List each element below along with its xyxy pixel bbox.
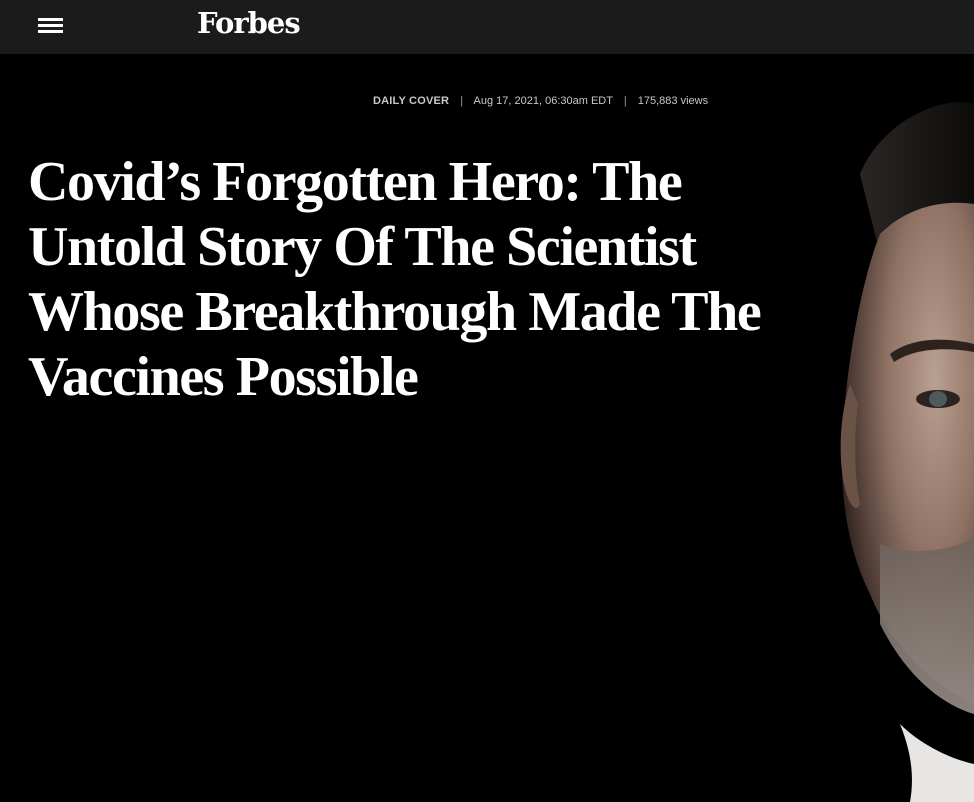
- meta-separator: |: [460, 95, 464, 107]
- category-link[interactable]: DAILY COVER: [373, 95, 449, 107]
- portrait-photo: [820, 84, 974, 802]
- hamburger-menu-icon[interactable]: [38, 16, 64, 36]
- top-navigation-bar: Forbes: [0, 0, 974, 54]
- menu-line: [38, 24, 63, 27]
- meta-separator: |: [623, 95, 627, 107]
- menu-line: [38, 18, 63, 21]
- menu-line: [38, 30, 63, 33]
- article-meta: DAILY COVER | Aug 17, 2021, 06:30am EDT …: [373, 95, 708, 107]
- article-hero: DAILY COVER | Aug 17, 2021, 06:30am EDT …: [0, 54, 974, 802]
- view-count: 175,883 views: [637, 95, 709, 107]
- article-title: Covid’s Forgotten Hero: The Untold Story…: [28, 151, 762, 408]
- forbes-logo[interactable]: Forbes: [197, 6, 301, 40]
- publish-date: Aug 17, 2021, 06:30am EDT: [473, 95, 613, 107]
